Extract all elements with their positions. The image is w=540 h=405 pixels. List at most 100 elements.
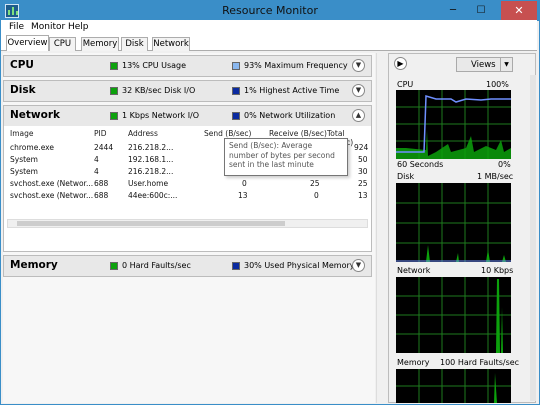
cell-pid: 688 — [94, 191, 109, 200]
send-column-tooltip: Send (B/sec): Average number of bytes pe… — [224, 138, 348, 176]
close-button[interactable]: ✕ — [501, 1, 537, 21]
cpu-graph-timespan: 60 Seconds — [397, 160, 444, 169]
network-collapse-chevron-icon[interactable]: ▲ — [352, 109, 365, 122]
memory-graph-max: 100 Hard Faults/sec — [440, 358, 520, 367]
expand-arrow-icon[interactable]: ▶ — [394, 57, 407, 70]
cell-pid: 4 — [94, 167, 99, 176]
tab-disk[interactable]: Disk — [121, 37, 148, 51]
overview-vertical-scrollbar[interactable] — [376, 53, 384, 403]
cell-total: 25 — [358, 179, 368, 188]
menu-bar: File Monitor Help — [1, 20, 537, 35]
hard-faults-legend-swatch — [110, 262, 118, 270]
cell-address: 192.168.1... — [128, 155, 174, 164]
physical-memory-legend-swatch — [232, 262, 240, 270]
disk-io-stat: 32 KB/sec Disk I/O — [122, 86, 196, 95]
title-bar[interactable]: Resource Monitor ─ ☐ ✕ — [1, 1, 539, 21]
physical-memory-stat: 30% Used Physical Memory — [244, 261, 355, 270]
network-graph-title: Network — [397, 266, 431, 275]
cpu-expand-chevron-icon[interactable]: ▼ — [352, 59, 365, 72]
views-label: Views — [471, 60, 496, 70]
tab-network[interactable]: Network — [152, 37, 190, 51]
disk-expand-chevron-icon[interactable]: ▼ — [352, 84, 365, 97]
cell-receive: 25 — [310, 179, 320, 188]
cpu-usage-legend-swatch — [110, 62, 118, 70]
column-header-image[interactable]: Image — [10, 129, 34, 138]
cell-total: 13 — [358, 191, 368, 200]
disk-section: Disk 32 KB/sec Disk I/O 1% Highest Activ… — [3, 80, 372, 102]
network-section-header[interactable]: Network 1 Kbps Network I/O 0% Network Ut… — [4, 106, 371, 126]
cell-pid: 688 — [94, 179, 109, 188]
cell-image: chrome.exe — [10, 143, 54, 152]
cell-total: 924 — [354, 143, 369, 152]
network-io-stat: 1 Kbps Network I/O — [122, 111, 200, 120]
cell-total: 50 — [358, 155, 368, 164]
menu-help[interactable]: Help — [68, 22, 89, 32]
cpu-usage-stat: 13% CPU Usage — [122, 61, 187, 70]
network-utilization-stat: 0% Network Utilization — [244, 111, 336, 120]
cell-pid: 2444 — [94, 143, 114, 152]
max-frequency-stat: 93% Maximum Frequency — [244, 61, 348, 70]
tab-overview[interactable]: Overview — [6, 35, 49, 51]
cell-pid: 4 — [94, 155, 99, 164]
cell-address: User.home — [128, 179, 169, 188]
column-header-address[interactable]: Address — [128, 129, 158, 138]
cpu-graph-max: 100% — [486, 80, 509, 89]
cpu-section: CPU 13% CPU Usage 93% Maximum Frequency … — [3, 55, 372, 77]
scrollbar-thumb[interactable] — [17, 221, 285, 226]
memory-graph — [396, 369, 511, 403]
column-header-send[interactable]: Send (B/sec) — [204, 129, 251, 138]
cell-image: svchost.exe (Networ... — [10, 191, 94, 200]
menu-monitor[interactable]: Monitor — [31, 22, 65, 32]
network-graph-max: 10 Kbps — [481, 266, 514, 275]
cpu-graph-title: CPU — [397, 80, 414, 89]
cell-address: 216.218.2... — [128, 167, 174, 176]
memory-graph-svg — [396, 369, 511, 403]
cell-send: 0 — [242, 179, 247, 188]
active-time-stat: 1% Highest Active Time — [244, 86, 340, 95]
active-time-legend-swatch — [232, 87, 240, 95]
cell-send: 13 — [238, 191, 248, 200]
minimize-button[interactable]: ─ — [439, 1, 467, 21]
disk-graph-max: 1 MB/sec — [477, 172, 514, 181]
network-utilization-legend-swatch — [232, 112, 240, 120]
cell-address: 216.218.2... — [128, 143, 174, 152]
network-section-title: Network — [10, 109, 61, 121]
network-section: Network 1 Kbps Network I/O 0% Network Ut… — [3, 105, 372, 252]
network-graph — [396, 277, 511, 353]
disk-section-header[interactable]: Disk 32 KB/sec Disk I/O 1% Highest Activ… — [4, 81, 371, 101]
cpu-section-header[interactable]: CPU 13% CPU Usage 93% Maximum Frequency … — [4, 56, 371, 76]
cell-total: 30 — [358, 167, 368, 176]
cell-receive: 0 — [314, 191, 319, 200]
column-header-receive[interactable]: Receive (B/sec) — [269, 129, 327, 138]
cpu-section-title: CPU — [10, 59, 34, 71]
dropdown-arrow-icon: ▼ — [500, 58, 512, 71]
cell-address: 44ee:600c:... — [128, 191, 178, 200]
disk-io-legend-swatch — [110, 87, 118, 95]
tab-strip: Overview CPU Memory Disk Network — [1, 35, 537, 51]
memory-expand-chevron-icon[interactable]: ▼ — [352, 259, 365, 272]
memory-section-header[interactable]: Memory 0 Hard Faults/sec 30% Used Physic… — [4, 256, 371, 276]
network-io-legend-swatch — [110, 112, 118, 120]
table-horizontal-scrollbar[interactable] — [7, 219, 368, 228]
frequency-legend-swatch — [232, 62, 240, 70]
graphs-vertical-scrollbar[interactable] — [530, 75, 536, 401]
disk-graph-title: Disk — [397, 172, 415, 181]
maximize-button[interactable]: ☐ — [467, 1, 495, 21]
cpu-graph-svg — [396, 90, 511, 159]
tab-memory[interactable]: Memory — [81, 37, 119, 51]
column-header-pid[interactable]: PID — [94, 129, 107, 138]
menu-file[interactable]: File — [9, 22, 24, 32]
views-dropdown[interactable]: Views ▼ — [456, 57, 513, 72]
memory-section: Memory 0 Hard Faults/sec 30% Used Physic… — [3, 255, 372, 277]
cell-image: System — [10, 155, 38, 164]
cell-image: svchost.exe (Networ... — [10, 179, 94, 188]
disk-graph-svg — [396, 183, 511, 262]
cell-image: System — [10, 167, 38, 176]
network-graph-svg — [396, 277, 511, 353]
cpu-graph — [396, 90, 511, 159]
memory-graph-title: Memory — [397, 358, 430, 367]
disk-section-title: Disk — [10, 84, 36, 96]
disk-graph — [396, 183, 511, 262]
tab-cpu[interactable]: CPU — [49, 37, 76, 51]
hard-faults-stat: 0 Hard Faults/sec — [122, 261, 191, 270]
